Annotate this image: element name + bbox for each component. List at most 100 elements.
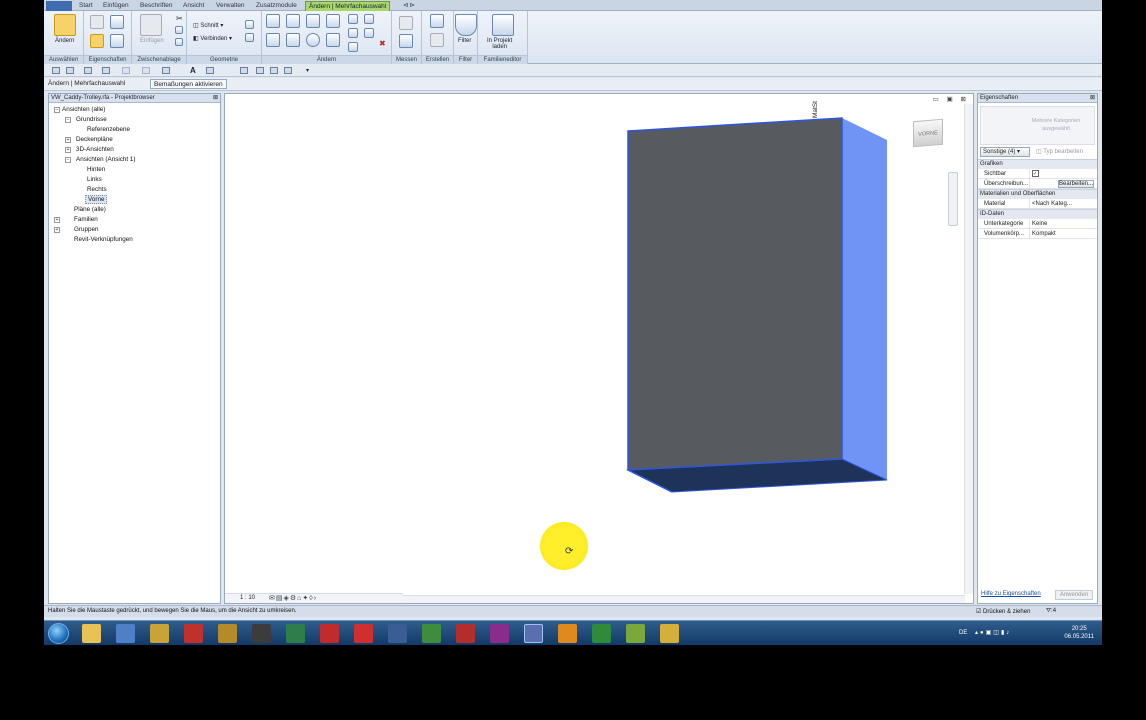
app-icon[interactable] — [626, 624, 645, 643]
collapse-icon[interactable]: − — [65, 117, 71, 123]
section-materialien[interactable]: Materialien und Oberflächen — [978, 189, 1097, 199]
app-icon[interactable] — [218, 624, 237, 643]
revit-icon[interactable] — [524, 624, 543, 643]
match-properties-icon[interactable] — [175, 38, 183, 46]
redo-icon[interactable] — [102, 67, 110, 74]
copy-element-icon[interactable] — [286, 33, 300, 47]
measure-icon[interactable] — [399, 16, 413, 30]
language-indicator[interactable]: DE — [959, 630, 967, 636]
mirror-draw-icon[interactable] — [326, 14, 340, 28]
schnitt-button[interactable]: ◫ Schnitt ▾ — [193, 22, 223, 29]
open-icon[interactable] — [52, 67, 60, 74]
tree-grundrisse[interactable]: Grundrisse — [76, 115, 107, 124]
tab-beschriften[interactable]: Beschriften — [137, 1, 176, 11]
delete-icon[interactable]: ✖ — [379, 39, 386, 48]
navigation-bar[interactable] — [948, 172, 958, 226]
tab-ansicht[interactable]: Ansicht — [180, 1, 207, 11]
tree-gruppen[interactable]: Gruppen — [74, 225, 99, 234]
vertical-scrollbar[interactable] — [964, 104, 973, 594]
tree-deckenplaene[interactable]: Deckenpläne — [76, 135, 113, 144]
sync-icon[interactable] — [122, 67, 130, 74]
material-value[interactable]: <Nach Kateg... — [1030, 199, 1097, 209]
tree-views-all[interactable]: Ansichten (alle) — [62, 105, 105, 114]
copy-icon[interactable] — [175, 26, 183, 34]
collapse-icon[interactable]: − — [65, 157, 71, 163]
3d-view-icon[interactable] — [206, 67, 214, 74]
load-into-project-icon[interactable] — [492, 14, 514, 36]
excel-icon[interactable] — [592, 624, 611, 643]
undo-icon[interactable] — [84, 67, 92, 74]
expand-icon[interactable]: + — [54, 227, 60, 233]
view-control-icons[interactable]: ✉▤◈⚙⌂✦◊› — [269, 594, 317, 602]
collapse-icon[interactable]: − — [54, 107, 60, 113]
application-menu-button[interactable] — [46, 1, 72, 11]
volumen-value[interactable]: Kompakt — [1030, 229, 1097, 239]
properties-palette-icon[interactable] — [90, 34, 104, 48]
expand-icon[interactable]: + — [54, 217, 60, 223]
unpin-icon[interactable] — [364, 28, 374, 38]
properties-icon[interactable] — [110, 15, 124, 29]
section-grafiken[interactable]: Grafiken — [978, 159, 1097, 169]
tab-modify-multiselect[interactable]: Ändern | Mehrfachauswahl — [305, 1, 391, 11]
tree-familien[interactable]: Familien — [74, 215, 98, 224]
verbinden-button[interactable]: ◧ Verbinden ▾ — [193, 35, 232, 42]
type-selector[interactable]: Mehrere Kategorien ausgewählt — [980, 106, 1095, 145]
ribbon-minimize-icon[interactable]: ⊲⊳ — [400, 1, 419, 11]
scale-selector[interactable]: 1 : 10 — [240, 595, 255, 601]
switch-windows-icon[interactable] — [270, 67, 278, 74]
offset-icon[interactable] — [286, 14, 300, 28]
app-icon[interactable] — [116, 624, 135, 643]
app-icon[interactable] — [422, 624, 441, 643]
section-id-daten[interactable]: ID-Daten — [978, 209, 1097, 219]
create-similar-icon[interactable] — [430, 14, 444, 28]
measure-quick-icon[interactable] — [142, 67, 150, 74]
press-drag-toggle[interactable]: ☑ Drücken & ziehen — [976, 608, 1030, 615]
app-icon[interactable] — [150, 624, 169, 643]
sichtbar-checkbox[interactable]: ✓ — [1030, 169, 1097, 179]
create-group-icon[interactable] — [430, 33, 444, 47]
app-icon[interactable] — [388, 624, 407, 643]
tab-start[interactable]: Start — [76, 1, 96, 11]
align-icon[interactable] — [266, 14, 280, 28]
media-player-icon[interactable] — [558, 624, 577, 643]
customize-qat-icon[interactable] — [284, 67, 292, 74]
text-icon[interactable]: A — [190, 66, 196, 75]
modify-arrow-icon[interactable] — [54, 14, 76, 36]
tab-verwalten[interactable]: Verwalten — [213, 1, 248, 11]
drawing-view[interactable]: ▭ ▣ ⊠ MatSt VORNE 1 : 10 ✉▤◈⚙⌂✦◊› — [224, 93, 974, 604]
join-geometry-icon[interactable] — [245, 20, 254, 29]
clock[interactable]: 20:25 06.05.2011 — [1064, 625, 1094, 641]
start-button[interactable] — [48, 623, 69, 644]
filter-count[interactable]: ⛛:4 — [1046, 608, 1056, 615]
type-properties-icon[interactable] — [90, 15, 104, 29]
app-icon[interactable] — [660, 624, 679, 643]
family-types-icon[interactable] — [110, 34, 124, 48]
save-icon[interactable] — [66, 67, 74, 74]
move-icon[interactable] — [266, 33, 280, 47]
tree-ansichten[interactable]: Ansichten (Ansicht 1) — [76, 155, 136, 164]
app-icon[interactable] — [456, 624, 475, 643]
close-icon[interactable]: ⊠ — [1090, 94, 1095, 103]
edit-overrides-button[interactable]: Bearbeiten... — [1058, 180, 1094, 188]
pin-icon[interactable] — [364, 14, 374, 24]
tree-plaene[interactable]: Pläne (alle) — [74, 205, 106, 214]
app-icon[interactable] — [184, 624, 203, 643]
model-3d-box[interactable] — [225, 94, 975, 605]
dimension-quick-icon[interactable] — [162, 67, 170, 74]
mirror-axis-icon[interactable] — [306, 14, 320, 28]
tab-zusatzmodule[interactable]: Zusatzmodule — [253, 1, 300, 11]
tree-referenzebene[interactable]: Referenzebene — [87, 125, 130, 134]
tree-links[interactable]: Links — [87, 175, 102, 184]
app-icon[interactable] — [490, 624, 509, 643]
explorer-icon[interactable] — [82, 624, 101, 643]
qat-dropdown-icon[interactable]: ▾ — [306, 67, 309, 74]
tree-revit-links[interactable]: Revit-Verknüpfungen — [74, 235, 133, 244]
apply-button[interactable]: Anwenden — [1055, 590, 1093, 600]
array-icon[interactable] — [348, 28, 358, 38]
viewcube[interactable]: VORNE — [913, 118, 943, 148]
expand-icon[interactable]: + — [65, 137, 71, 143]
horizontal-scrollbar[interactable] — [403, 595, 965, 603]
app-icon[interactable] — [286, 624, 305, 643]
trim-icon[interactable] — [326, 33, 340, 47]
tray-icons[interactable]: ▴●▣◫▮♪ — [975, 629, 1011, 636]
